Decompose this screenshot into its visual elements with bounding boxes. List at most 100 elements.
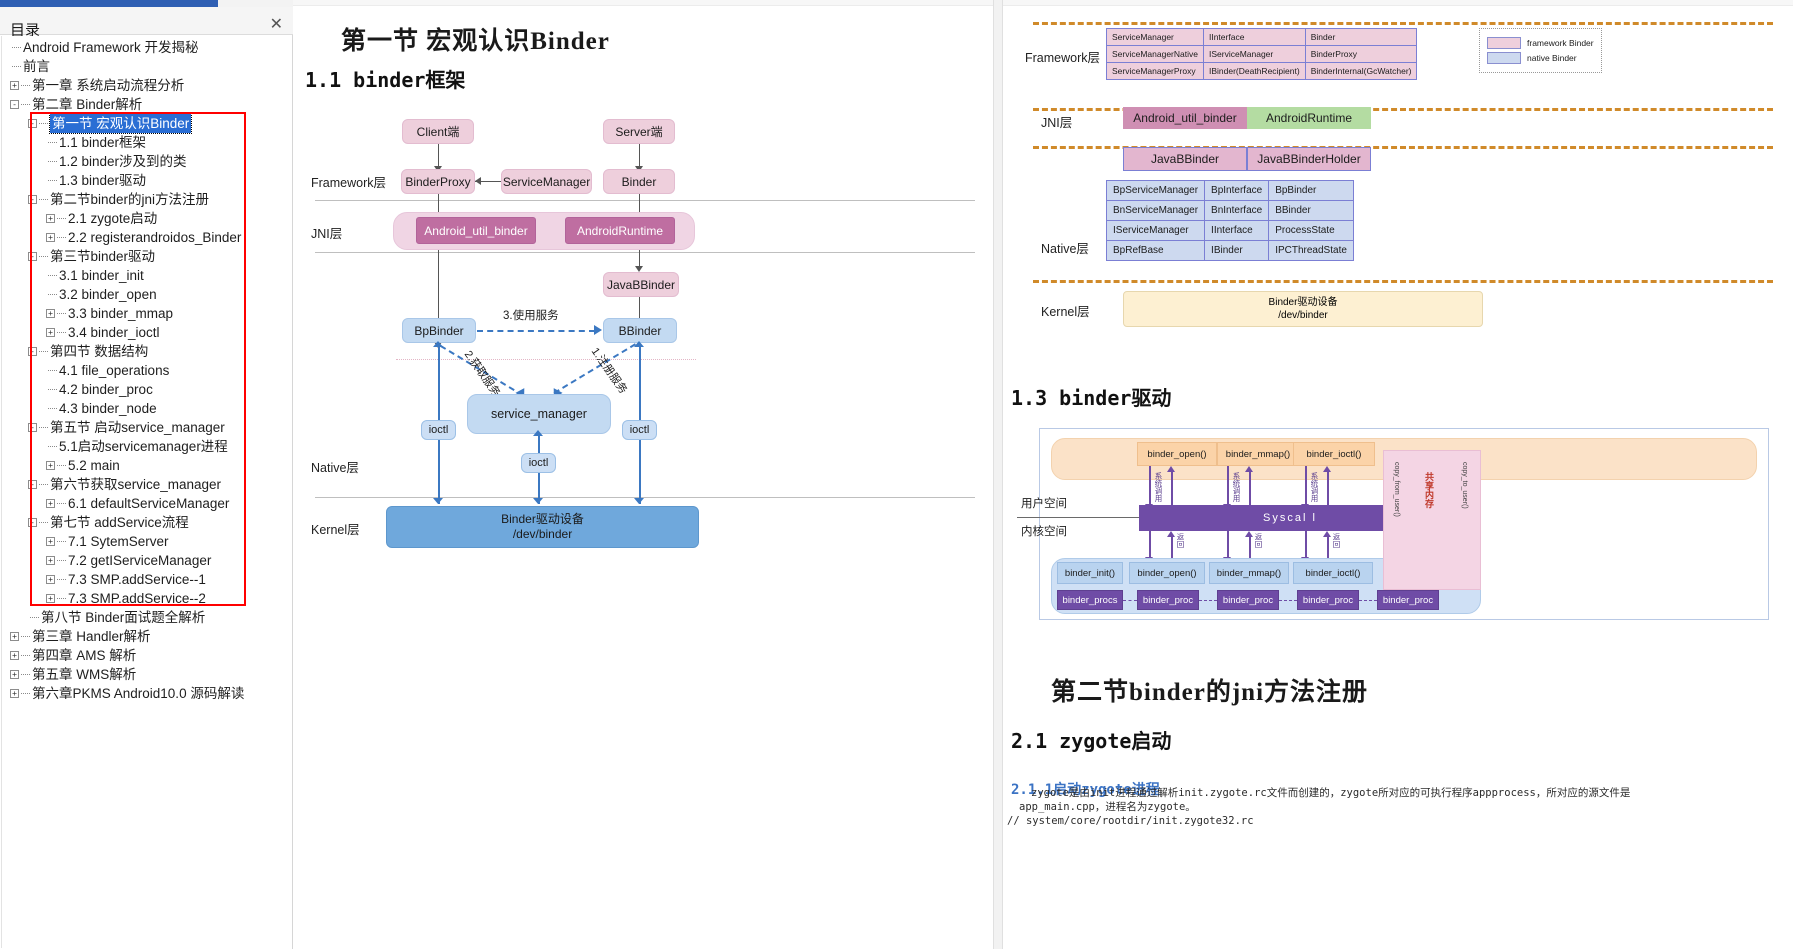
arrowhead [634, 341, 644, 347]
expand-icon[interactable]: + [46, 214, 55, 223]
toc-item-14[interactable]: +3.3 binder_mmap [2, 304, 291, 323]
toc-item-3[interactable]: - 第二章 Binder解析 [2, 95, 291, 114]
layer-rule-3 [315, 497, 975, 498]
toc-item-1[interactable]: 前言 [2, 57, 291, 76]
expand-icon[interactable]: + [46, 575, 55, 584]
toc-item-31[interactable]: + 第三章 Handler解析 [2, 627, 291, 646]
tree-connector [30, 617, 39, 618]
tree-connector [21, 636, 30, 637]
toc-item-17[interactable]: 4.1 file_operations [2, 361, 291, 380]
expand-icon[interactable]: + [46, 499, 55, 508]
toc-item-label: 4.2 binder_proc [59, 382, 153, 397]
toc-item-30[interactable]: 第八节 Binder面试题全解析 [2, 608, 291, 627]
expand-icon[interactable]: + [46, 233, 55, 242]
toc-item-6[interactable]: 1.2 binder涉及到的类 [2, 152, 291, 171]
node-bbinder: BBinder [603, 318, 677, 343]
tree-connector [57, 598, 66, 599]
expand-icon[interactable]: + [46, 328, 55, 337]
toc-item-11[interactable]: - 第三节binder驱动 [2, 247, 291, 266]
toc-item-label: 5.2 main [68, 458, 120, 473]
paragraph-1: zygote是由init进程通过解析init.zygote.rc文件而创建的，z… [1031, 787, 1631, 799]
toc-item-label: 3.2 binder_open [59, 287, 157, 302]
toc-item-32[interactable]: + 第四章 AMS 解析 [2, 646, 291, 665]
toc-item-4[interactable]: - 第一节 宏观认识Binder [2, 113, 291, 134]
toc-item-10[interactable]: +2.2 registerandroidos_Binder [2, 228, 291, 247]
toc-item-label: 第二节binder的jni方法注册 [50, 192, 210, 207]
toc-item-27[interactable]: +7.2 getIServiceManager [2, 551, 291, 570]
close-icon[interactable]: ✕ [270, 17, 283, 33]
toc-item-22[interactable]: +5.2 main [2, 456, 291, 475]
document-viewer[interactable]: 第一节 宏观认识Binder 1.1 binder框架 Framework层 J… [293, 0, 1793, 949]
layer-label-kernel: Kernel层 [311, 523, 360, 537]
toc-body[interactable]: Android Framework 开发揭秘 前言 + 第一章 系统启动流程分析 - 第二… [1, 36, 291, 948]
expand-icon[interactable]: + [10, 689, 19, 698]
table-cell: IServiceManager [1202, 45, 1306, 63]
arrowhead [1323, 531, 1331, 537]
toc-item-9[interactable]: +2.1 zygote启动 [2, 209, 291, 228]
toc-item-33[interactable]: + 第五章 WMS解析 [2, 665, 291, 684]
toc-item-25[interactable]: - 第七节 addService流程 [2, 513, 291, 532]
table-cell: IPCThreadState [1268, 240, 1354, 261]
collapse-icon[interactable]: - [28, 423, 37, 432]
toc-item-24[interactable]: +6.1 defaultServiceManager [2, 494, 291, 513]
tree-connector [12, 47, 21, 48]
collapse-icon[interactable]: - [28, 119, 37, 128]
fn-binder-mmap-user: binder_mmap() [1217, 442, 1299, 466]
jni-javabbinderholder: JavaBBinderHolder [1247, 147, 1371, 171]
collapse-icon[interactable]: - [28, 347, 37, 356]
document-page-left: 第一节 宏观认识Binder 1.1 binder框架 Framework层 J… [293, 0, 993, 949]
legend-item: framework Binder [1487, 37, 1594, 49]
toc-item-34[interactable]: + 第六章PKMS Android10.0 源码解读 [2, 684, 291, 703]
tree-connector [48, 446, 57, 447]
arrowhead [594, 325, 602, 335]
edge-label-use-service: 3.使用服务 [503, 310, 559, 322]
toc-item-23[interactable]: - 第六节获取service_manager [2, 475, 291, 494]
expand-icon[interactable]: + [10, 81, 19, 90]
binder-framework-diagram: Framework层 JNI层 Native层 Kernel层 Client端 … [311, 92, 981, 552]
toc-item-label: 第一节 宏观认识Binder [48, 113, 193, 134]
collapse-icon[interactable]: - [28, 195, 37, 204]
collapse-icon[interactable]: - [28, 518, 37, 527]
paragraph-3: // system/core/rootdir/init.zygote32.rc [1007, 815, 1254, 827]
toc-item-2[interactable]: + 第一章 系统启动流程分析 [2, 76, 291, 95]
toc-item-label: 1.3 binder驱动 [59, 173, 147, 188]
toc-item-label: 7.3 SMP.addService--1 [68, 572, 206, 587]
collapse-icon[interactable]: - [10, 100, 19, 109]
table-cell: IServiceManager [1105, 220, 1206, 241]
binder-class-table-diagram: Framework层 JNI层 Native层 Kernel层 ServiceM… [1013, 8, 1793, 343]
node-binder: Binder [603, 169, 675, 194]
toc-item-28[interactable]: +7.3 SMP.addService--1 [2, 570, 291, 589]
toc-item-19[interactable]: 4.3 binder_node [2, 399, 291, 418]
expand-icon[interactable]: + [46, 461, 55, 470]
expand-icon[interactable]: + [46, 556, 55, 565]
toc-item-7[interactable]: 1.3 binder驱动 [2, 171, 291, 190]
edge-label-register-service: 1.注册服务 [588, 345, 630, 397]
collapse-icon[interactable]: - [28, 480, 37, 489]
toc-item-21[interactable]: 5.1启动servicemanager进程 [2, 437, 291, 456]
label-shared-memory: 共享内存 [1424, 472, 1434, 508]
toc-item-8[interactable]: - 第二节binder的jni方法注册 [2, 190, 291, 209]
toc-item-15[interactable]: +3.4 binder_ioctl [2, 323, 291, 342]
expand-icon[interactable]: + [46, 309, 55, 318]
toc-item-20[interactable]: - 第五节 启动service_manager [2, 418, 291, 437]
toc-panel: 目录 ✕ Android Framework 开发揭秘 前言 + 第一章 系统启动流程… [0, 0, 293, 949]
expand-icon[interactable]: + [46, 594, 55, 603]
expand-icon[interactable]: + [46, 537, 55, 546]
toc-item-16[interactable]: - 第四节 数据结构 [2, 342, 291, 361]
expand-icon[interactable]: + [10, 670, 19, 679]
tree-connector [48, 180, 57, 181]
collapse-icon[interactable]: - [28, 252, 37, 261]
legend-item: native Binder [1487, 52, 1594, 64]
toc-item-5[interactable]: 1.1 binder框架 [2, 133, 291, 152]
table-cell: BnServiceManager [1105, 200, 1206, 221]
toc-item-18[interactable]: 4.2 binder_proc [2, 380, 291, 399]
fn-binder-open-user: binder_open() [1137, 442, 1217, 466]
toc-item-13[interactable]: 3.2 binder_open [2, 285, 291, 304]
toc-item-12[interactable]: 3.1 binder_init [2, 266, 291, 285]
toc-item-0[interactable]: Android Framework 开发揭秘 [2, 38, 291, 57]
toc-item-label: Android Framework 开发揭秘 [23, 40, 199, 55]
expand-icon[interactable]: + [10, 632, 19, 641]
toc-item-29[interactable]: +7.3 SMP.addService--2 [2, 589, 291, 608]
toc-item-26[interactable]: +7.1 SytemServer [2, 532, 291, 551]
expand-icon[interactable]: + [10, 651, 19, 660]
